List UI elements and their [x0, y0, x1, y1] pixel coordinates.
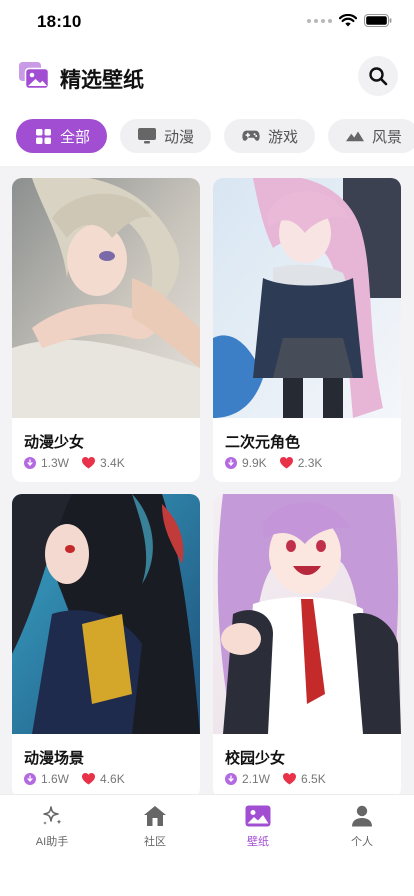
like-count: 3.4K [82, 456, 125, 470]
tab-all[interactable]: 全部 [16, 119, 108, 153]
wallpaper-card[interactable]: 动漫场景 1.6W 4.6K [12, 494, 200, 794]
card-title: 校园少女 [225, 750, 286, 767]
picture-icon [245, 803, 271, 829]
wallpaper-card[interactable]: 动漫少女 1.3W 3.4K [12, 178, 200, 482]
card-stats: 1.6W 4.6K [24, 772, 138, 786]
battery-icon [364, 14, 392, 27]
page-title: 精选壁纸 [60, 69, 144, 92]
card-title: 二次元角色 [225, 434, 301, 451]
monitor-icon [138, 127, 157, 145]
tab-scenery[interactable]: 风景 [328, 119, 414, 153]
card-stats: 2.1W 6.5K [225, 772, 339, 786]
bottom-nav: AI助手 社区 壁纸 个人 [0, 794, 414, 896]
person-icon [349, 803, 375, 829]
nav-item-profile[interactable]: 个人 [322, 803, 402, 849]
gallery-logo-icon [19, 62, 50, 90]
heart-icon [279, 457, 293, 469]
tab-label: 游戏 [268, 128, 299, 146]
grid-icon [34, 127, 52, 145]
nav-label: 个人 [351, 836, 373, 848]
search-icon [369, 67, 388, 86]
download-icon [225, 773, 237, 785]
heart-icon [283, 773, 297, 785]
status-icons [307, 14, 392, 27]
nav-label: 壁纸 [247, 836, 269, 848]
status-bar: 18:10 [0, 0, 414, 44]
tab-label: 风景 [372, 128, 403, 146]
download-count: 1.6W [24, 772, 69, 786]
status-time: 18:10 [37, 12, 82, 31]
home-icon [142, 803, 168, 829]
wallpaper-card[interactable]: 校园少女 2.1W 6.5K [213, 494, 401, 794]
download-count: 1.3W [24, 456, 69, 470]
search-button[interactable] [358, 56, 398, 96]
wallpaper-image[interactable] [213, 494, 401, 734]
download-count: 9.9K [225, 456, 267, 470]
signal-icon [307, 18, 332, 23]
wallpaper-image[interactable] [12, 494, 200, 734]
category-tabs: 全部 动漫 游戏 风景 [16, 119, 414, 155]
tab-anime[interactable]: 动漫 [120, 119, 212, 153]
card-stats: 1.3W 3.4K [24, 456, 138, 470]
wallpaper-image[interactable] [213, 178, 401, 418]
like-count: 6.5K [283, 772, 326, 786]
like-count: 4.6K [82, 772, 125, 786]
wifi-icon [339, 14, 357, 27]
gamepad-icon [242, 127, 260, 145]
like-count: 2.3K [279, 456, 322, 470]
heart-icon [82, 773, 96, 785]
nav-item-community[interactable]: 社区 [115, 803, 195, 849]
wallpaper-image[interactable] [12, 178, 200, 418]
card-title: 动漫场景 [24, 750, 85, 767]
wallpaper-grid: 动漫少女 1.3W 3.4K 二次元角色 9.9K 2.3K 动漫场景 1.6W… [0, 166, 414, 794]
tab-games[interactable]: 游戏 [224, 119, 316, 153]
sparkle-icon [39, 803, 65, 829]
download-icon [225, 457, 237, 469]
wallpaper-card[interactable]: 二次元角色 9.9K 2.3K [213, 178, 401, 482]
nav-label: 社区 [144, 836, 166, 848]
tab-label: 动漫 [164, 128, 195, 146]
download-icon [24, 773, 36, 785]
download-icon [24, 457, 36, 469]
download-count: 2.1W [225, 772, 270, 786]
mountain-icon [346, 127, 365, 145]
header: 精选壁纸 [0, 52, 414, 102]
nav-item-wallpaper[interactable]: 壁纸 [218, 803, 298, 849]
card-stats: 9.9K 2.3K [225, 456, 335, 470]
card-title: 动漫少女 [24, 434, 85, 451]
tab-label: 全部 [60, 128, 91, 146]
nav-label: AI助手 [35, 836, 69, 848]
heart-icon [82, 457, 96, 469]
nav-item-ai-assistant[interactable]: AI助手 [12, 803, 92, 849]
